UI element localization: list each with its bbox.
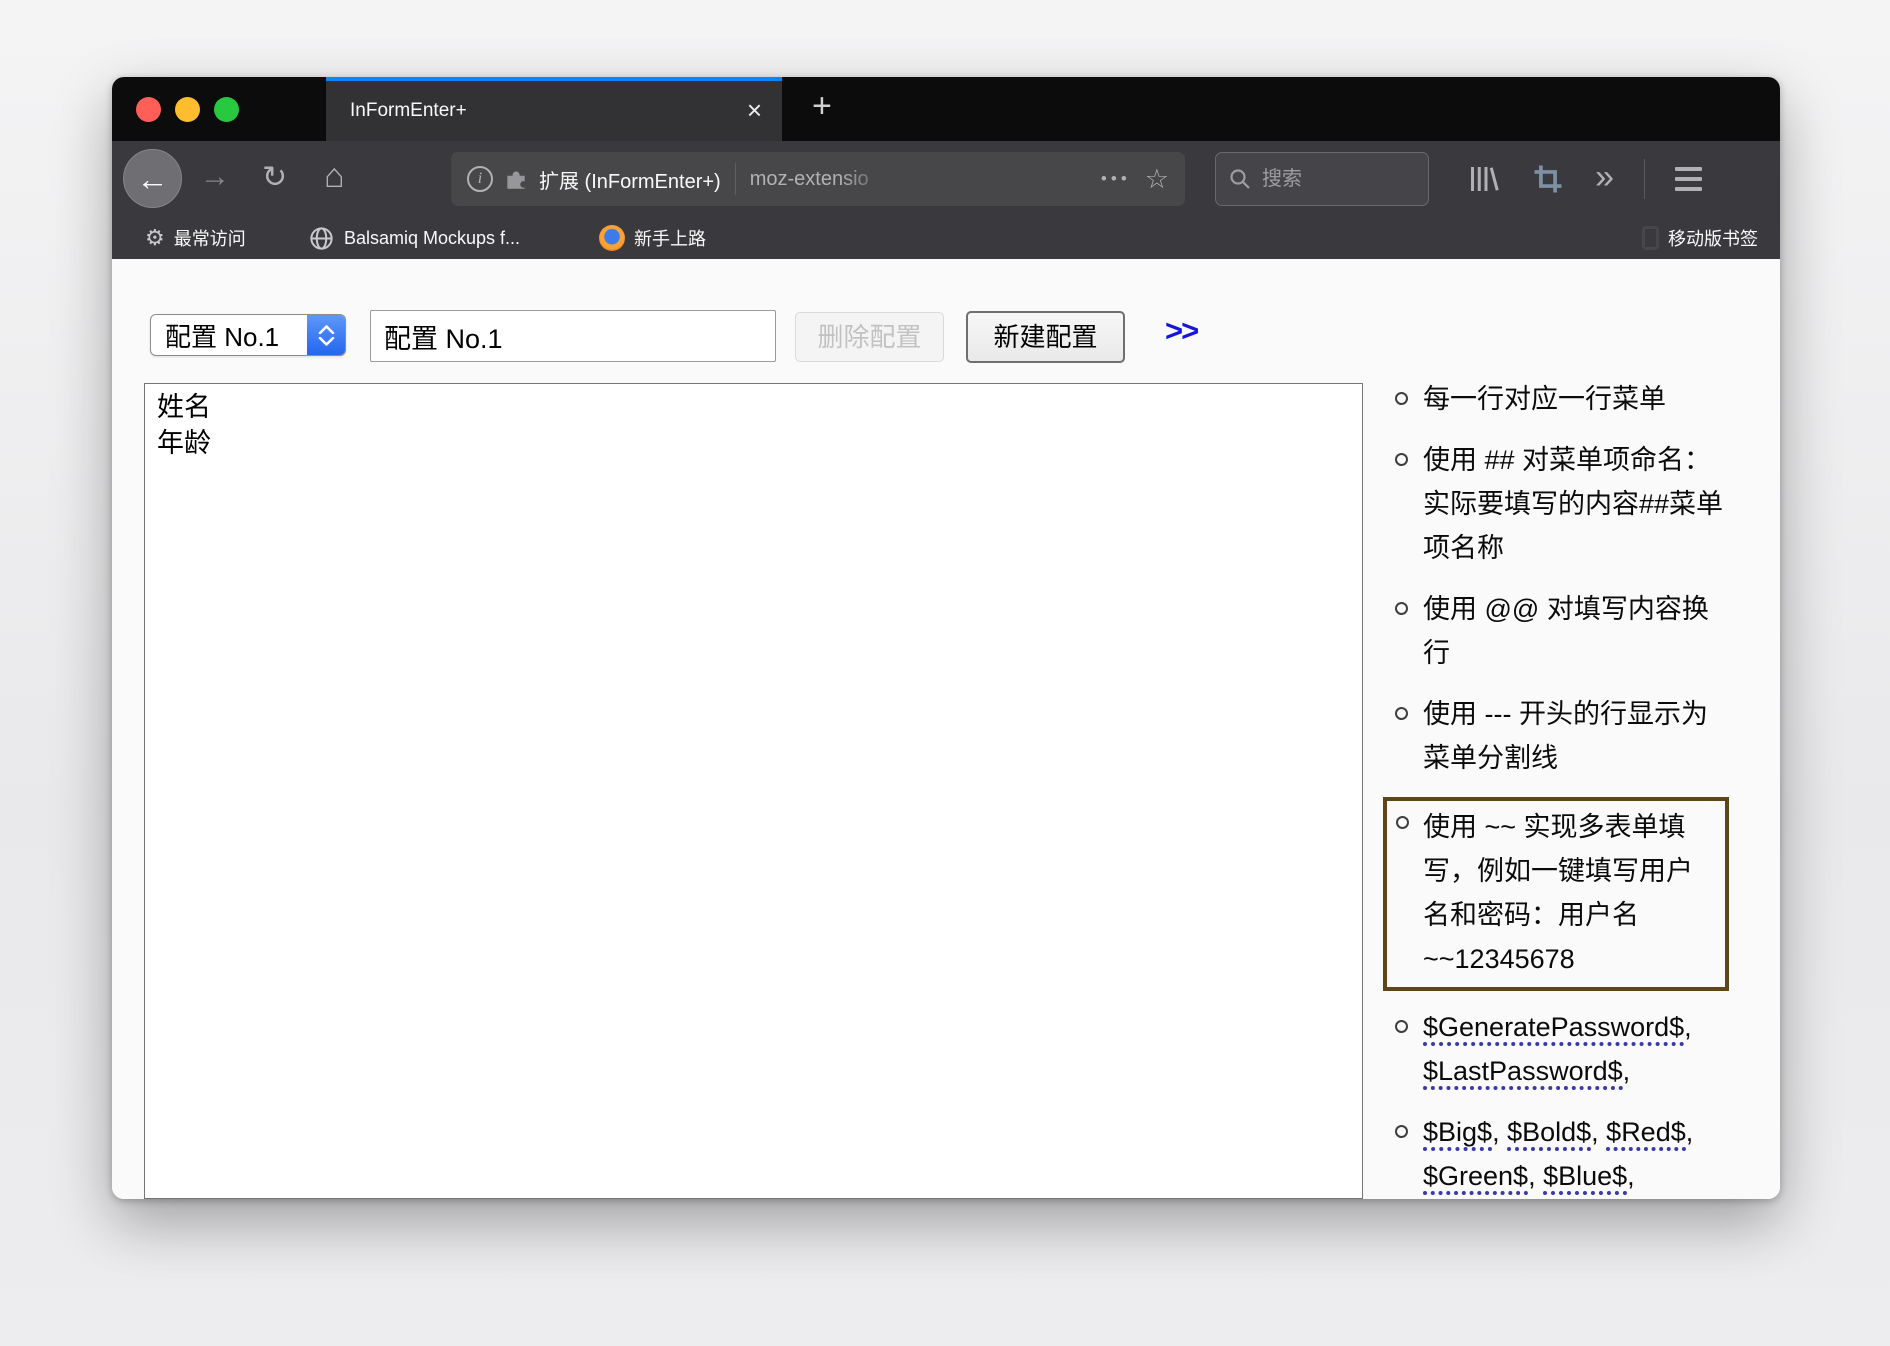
bookmark-label: 移动版书签: [1668, 225, 1758, 251]
search-icon: [1228, 167, 1252, 191]
toolbar-overflow-icon[interactable]: »: [1595, 160, 1614, 194]
extension-puzzle-icon: [503, 166, 529, 192]
macro-token: $Blue$: [1543, 1161, 1627, 1195]
config-name-input[interactable]: [370, 310, 776, 362]
toolbar-divider: [1644, 159, 1645, 199]
new-tab-button[interactable]: +: [812, 87, 832, 126]
search-bar[interactable]: [1215, 152, 1429, 206]
navigation-toolbar: ← → ↻ ⌂ i 扩展 (InFormEnter+) moz-extensio…: [112, 141, 1780, 217]
urlbar-divider: [735, 163, 736, 195]
url-text: moz-extensio: [750, 168, 900, 191]
bookmark-balsamiq[interactable]: Balsamiq Mockups f...: [308, 217, 520, 259]
bookmark-label: 新手上路: [634, 225, 706, 251]
home-button[interactable]: ⌂: [324, 157, 345, 196]
page-actions-icon[interactable]: •••: [1101, 169, 1131, 189]
zoom-window-button[interactable]: [214, 97, 239, 122]
tip-item: 每一行对应一行菜单: [1423, 377, 1729, 421]
tip-item: $GeneratePassword$, $LastPassword$,: [1423, 1005, 1729, 1093]
tip-item: 使用 ## 对菜单项命名：实际要填写的内容##菜单项名称: [1423, 438, 1729, 570]
gear-icon: ⚙: [145, 227, 165, 249]
macro-token: $LastPassword$: [1423, 1056, 1623, 1090]
tab-bar: InFormEnter+ × +: [112, 77, 1780, 141]
select-stepper-icon: [307, 315, 345, 355]
bookmark-most-visited[interactable]: ⚙ 最常访问: [145, 217, 246, 259]
macro-token: $Red$: [1606, 1117, 1686, 1151]
config-select-value: 配置 No.1: [165, 317, 279, 354]
bookmark-label: 最常访问: [174, 225, 246, 251]
minimize-window-button[interactable]: [175, 97, 200, 122]
bookmark-mobile-bookmarks[interactable]: 移动版书签: [1642, 217, 1758, 259]
bookmark-star-icon[interactable]: ☆: [1145, 164, 1169, 195]
toolbar-right-icons: »: [1465, 141, 1702, 217]
identity-label: 扩展 (InFormEnter+): [539, 165, 721, 194]
extension-page: 配置 No.1 删除配置 新建配置 >> 姓名 年龄 每一行对应一行菜单 使用 …: [112, 259, 1780, 1199]
bookmarks-bar: ⚙ 最常访问 Balsamiq Mockups f... 新手上路 移动版书签: [112, 217, 1780, 259]
browser-window: InFormEnter+ × + ← → ↻ ⌂ i 扩展 (InFormEnt…: [112, 77, 1780, 1199]
macro-token: $GeneratePassword$: [1423, 1012, 1684, 1046]
bookmark-getting-started[interactable]: 新手上路: [599, 217, 706, 259]
macro-token: $Green$: [1423, 1161, 1528, 1195]
firefox-icon: [599, 225, 625, 251]
tip-item: $Big$, $Bold$, $Red$, $Green$, $Blue$,: [1423, 1110, 1729, 1198]
search-input[interactable]: [1262, 168, 1416, 191]
bookmark-label: Balsamiq Mockups f...: [344, 228, 520, 249]
tips-list: 每一行对应一行菜单 使用 ## 对菜单项命名：实际要填写的内容##菜单项名称 使…: [1423, 377, 1729, 1199]
screenshot-crop-icon[interactable]: [1531, 162, 1565, 196]
tip-item-highlighted: 使用 ~~ 实现多表单填写，例如一键填写用户名和密码：用户名~~12345678: [1383, 797, 1729, 991]
library-icon[interactable]: [1465, 161, 1501, 197]
config-select[interactable]: 配置 No.1: [150, 314, 346, 356]
new-config-button[interactable]: 新建配置: [966, 311, 1125, 363]
forward-button[interactable]: →: [200, 160, 230, 194]
site-info-icon[interactable]: i: [467, 166, 493, 192]
globe-icon: [308, 225, 335, 252]
expand-link[interactable]: >>: [1165, 313, 1197, 349]
tab-close-icon[interactable]: ×: [747, 95, 762, 126]
delete-config-button[interactable]: 删除配置: [795, 312, 944, 362]
menu-hamburger-icon[interactable]: [1675, 167, 1702, 191]
macro-textarea[interactable]: 姓名 年龄: [144, 383, 1363, 1199]
traffic-lights: [136, 97, 239, 122]
macro-token: $Bold$: [1507, 1117, 1591, 1151]
tab-title: InFormEnter+: [350, 100, 467, 122]
mobile-phone-icon: [1642, 226, 1659, 250]
macro-token: $Big$: [1423, 1117, 1492, 1151]
tip-item: 使用 --- 开头的行显示为菜单分割线: [1423, 692, 1729, 780]
tab-informenter[interactable]: InFormEnter+ ×: [326, 77, 782, 141]
close-window-button[interactable]: [136, 97, 161, 122]
tip-item: 使用 @@ 对填写内容换行: [1423, 587, 1729, 675]
url-bar[interactable]: i 扩展 (InFormEnter+) moz-extensio ••• ☆: [451, 152, 1185, 206]
back-button[interactable]: ←: [123, 149, 182, 208]
reload-button[interactable]: ↻: [262, 160, 287, 195]
